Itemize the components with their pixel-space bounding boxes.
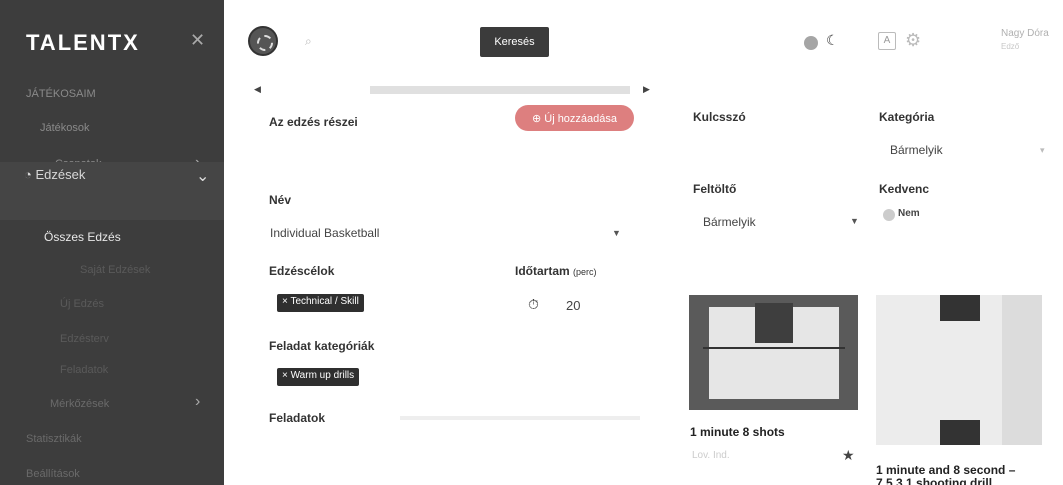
theme-toggle-icon[interactable] [804,36,818,50]
user-role: Edző [1001,42,1020,51]
name-label: Név [269,193,292,207]
chevron-right-icon: › [195,393,201,410]
sidebar-item-label: Edzések [35,167,86,182]
settings-icon[interactable]: ⚙ [905,30,921,51]
task-category-label: Feladat kategóriák [269,339,375,353]
name-select[interactable]: Individual Basketball [270,226,379,240]
favorite-label: Kedvenc [879,182,930,196]
court-key [940,295,980,321]
card-title[interactable]: 1 minute 8 shots [690,425,785,439]
sidebar-item-players[interactable]: Játékosok [40,122,90,134]
sidebar-subitem-own[interactable]: Saját Edzések [80,264,150,276]
favorite-toggle[interactable] [883,209,895,221]
category-select[interactable]: Bármelyik [890,143,943,157]
tasks-label: Feladatok [269,411,326,425]
sidebar-item-stats[interactable]: Statisztikák [26,433,82,445]
scroll-right-icon[interactable]: ▶ [643,84,650,95]
search-button[interactable]: Keresés [480,27,549,57]
sidebar-subitem-plan[interactable]: Edzésterv [60,333,109,345]
sidebar-item-matches[interactable]: Mérkőzések [50,398,109,410]
sidebar-item-trainings[interactable]: ◔ Edzések [24,167,85,182]
logo-icon[interactable] [248,26,278,56]
duration-input[interactable]: 20 [566,298,580,313]
card-title-line2[interactable]: 7,5,3,1 shooting drill [876,476,992,485]
card-subtitle: Lov. Ind. [692,450,730,461]
category-label: Kategória [879,110,935,124]
uploader-label: Feltöltő [693,182,737,196]
duration-unit: (perc) [573,267,597,277]
scroll-left-icon[interactable]: ◀ [254,84,261,95]
goals-label: Edzéscélok [269,264,335,278]
section-title: Az edzés részei [269,115,358,129]
duration-label-text: Időtartam [515,264,570,278]
goal-tag[interactable]: × Technical / Skill [277,294,364,312]
language-icon[interactable]: A [878,32,896,50]
caret-down-icon[interactable]: ▼ [850,216,859,226]
favorite-value: Nem [898,208,920,219]
keyword-label: Kulcsszó [693,110,746,124]
clock-icon: ⏱ [528,296,539,312]
court-line [703,347,845,349]
search-input[interactable] [320,28,470,54]
add-icon: ⊕ [531,112,545,125]
card-title[interactable]: 1 minute and 8 second – [876,463,1015,477]
sidebar-subitem-tasks[interactable]: Feladatok [60,364,108,376]
star-icon[interactable]: ★ [842,447,855,464]
task-category-tag[interactable]: × Warm up drills [277,368,360,386]
sidebar-section-heading: JÁTÉKOSAIM [26,88,96,100]
caret-down-icon[interactable]: ▾ [1040,145,1045,156]
clock-icon: ◔ [24,167,32,182]
user-name[interactable]: Nagy Dóra [1001,28,1049,39]
court-key [755,303,793,343]
court-side [1002,295,1042,445]
court-key [940,420,980,445]
tasks-dropzone[interactable] [400,416,640,420]
sidebar-subitem-new[interactable]: Új Edzés [60,298,104,310]
sidebar: TALENTX ✕ JÁTÉKOSAIM Játékosok Csapatok … [0,0,224,485]
moon-icon[interactable]: ☾ [826,32,839,49]
duration-label: Időtartam (perc) [515,264,597,278]
close-icon[interactable]: ✕ [190,30,205,51]
sidebar-subitem-all-trainings[interactable]: Összes Edzés [44,230,121,244]
uploader-select[interactable]: Bármelyik [703,215,756,229]
card-thumbnail[interactable] [876,295,1042,445]
sidebar-item-settings[interactable]: Beállítások [26,468,80,480]
card-thumbnail[interactable] [689,295,858,410]
search-icon: ⌕ [305,34,312,48]
scroll-strip[interactable] [370,86,630,94]
chevron-down-icon: ⌄ [196,168,210,185]
add-new-label: Új hozzáadása [544,112,618,125]
add-new-button[interactable]: ⊕ Új hozzáadása [515,105,634,131]
brand-logo: TALENTX [26,30,140,55]
caret-down-icon[interactable]: ▼ [612,228,621,238]
